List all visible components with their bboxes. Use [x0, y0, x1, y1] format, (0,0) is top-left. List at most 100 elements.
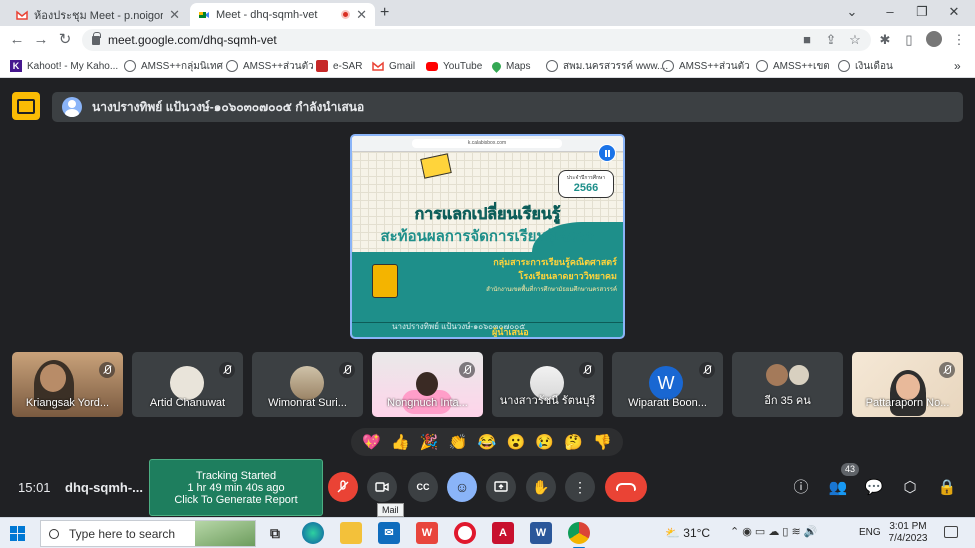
back-icon[interactable]: ←: [8, 31, 26, 49]
chat-icon[interactable]: 💬: [864, 478, 884, 498]
camera-indicator-icon[interactable]: ■: [798, 32, 816, 47]
participant-name: นางสาวรัชนี รัตนบุรี: [499, 395, 596, 407]
envelope-decoration-icon: [420, 153, 452, 179]
menu-icon[interactable]: ⋮: [950, 32, 968, 48]
windows-start-icon[interactable]: [10, 526, 25, 541]
clap-reaction-icon[interactable]: 👏: [449, 433, 468, 451]
share-icon[interactable]: ⇪: [822, 32, 840, 48]
participant-tile[interactable]: Pattaraporn No...: [852, 352, 963, 417]
thumbs-up-reaction-icon[interactable]: 👍: [391, 433, 410, 451]
chrome-icon[interactable]: [568, 522, 590, 548]
raise-hand-button[interactable]: ✋: [526, 472, 556, 502]
participant-name: Nongnuch Inta...: [387, 397, 468, 409]
extensions-icon[interactable]: ✱: [876, 32, 894, 48]
participant-avatar: [170, 366, 204, 400]
address-bar[interactable]: meet.google.com/dhq-sqmh-vet: [82, 29, 871, 51]
task-view-icon[interactable]: ⧉: [264, 522, 286, 544]
close-icon[interactable]: ✕: [356, 7, 367, 23]
weather-widget[interactable]: ⛅ 31°C: [665, 526, 710, 540]
bookmarks-bar: K Kahoot! - My Kaho... AMSS++กลุ่มนิเทศ A…: [0, 54, 975, 78]
bookmark-esar[interactable]: e-SAR: [316, 58, 362, 74]
camera-toggle-button[interactable]: [367, 472, 397, 502]
present-now-button[interactable]: [486, 472, 516, 502]
participant-tile[interactable]: W Wiparatt Boon...: [612, 352, 723, 417]
wps-office-icon[interactable]: W: [416, 522, 438, 544]
end-call-button[interactable]: [605, 472, 647, 502]
bookmark-salary[interactable]: เงินเดือน: [838, 58, 893, 74]
slide-title-line2: สะท้อนผลการจัดการเรียนรู้เชิงรุก: [380, 228, 595, 245]
reload-icon[interactable]: ↻: [56, 31, 74, 49]
participant-avatar: [766, 364, 788, 386]
word-icon[interactable]: W: [530, 522, 552, 544]
pause-icon[interactable]: [598, 144, 616, 162]
participant-tile[interactable]: Artid Chanuwat: [132, 352, 243, 417]
bookmark-amss-personal-2[interactable]: AMSS++ส่วนตัว: [662, 58, 750, 74]
thinking-reaction-icon[interactable]: 🤔: [564, 433, 583, 451]
mail-app-icon[interactable]: ✉: [378, 522, 400, 544]
system-tray-icons[interactable]: ⌃ ◉ ▭ ☁ ▯ ≋ 🔊: [730, 525, 818, 538]
bookmark-amss-personal[interactable]: AMSS++ส่วนตัว: [226, 58, 314, 74]
tab-search-button[interactable]: ⌄: [842, 4, 862, 20]
meeting-info-icon[interactable]: ⓘ: [791, 478, 811, 498]
close-icon[interactable]: ✕: [169, 7, 180, 23]
participant-tile[interactable]: Wimonrat Suri...: [252, 352, 363, 417]
taskbar-search-box[interactable]: Type here to search: [40, 520, 256, 547]
bookmark-gmail[interactable]: Gmail: [372, 58, 415, 74]
activities-icon[interactable]: ⬡: [900, 478, 920, 498]
bookmark-amss-supervision[interactable]: AMSS++กลุ่มนิเทศ: [124, 58, 223, 74]
reactions-button[interactable]: ☺: [447, 472, 477, 502]
participant-name: Pattaraporn No...: [865, 397, 950, 409]
participant-tile[interactable]: Nongnuch Inta...: [372, 352, 483, 417]
participant-tile[interactable]: นางสาวรัชนี รัตนบุรี: [492, 352, 603, 417]
notification-icon[interactable]: [944, 526, 958, 538]
bookmark-amss-district[interactable]: AMSS++เขต: [756, 58, 830, 74]
party-reaction-icon[interactable]: 🎉: [420, 433, 439, 451]
captions-button[interactable]: CC: [408, 472, 438, 502]
tab-meet[interactable]: Meet - dhq-sqmh-vet ✕: [190, 3, 375, 26]
participant-tile[interactable]: Kriangsak Yord...: [12, 352, 123, 417]
surprised-reaction-icon[interactable]: 😮: [506, 433, 525, 451]
forward-icon[interactable]: →: [32, 31, 50, 49]
host-controls-icon[interactable]: 🔒: [937, 478, 957, 498]
profile-avatar[interactable]: [926, 31, 942, 47]
participant-overflow-tile[interactable]: อีก 35 คน: [732, 352, 843, 417]
slide-browser-bar: k.calabisbox.com: [352, 136, 623, 152]
tracking-report-button[interactable]: Tracking Started 1 hr 49 min 40s ago Cli…: [149, 459, 323, 516]
bookmarks-overflow-button[interactable]: »: [954, 58, 961, 74]
bookmark-spm-nakhonsawan[interactable]: สพม.นครสวรรค์ www....: [546, 58, 668, 74]
shared-screen[interactable]: k.calabisbox.com ประจำปีการศึกษา 2566 กา…: [350, 134, 625, 339]
taskbar-clock[interactable]: 3:01 PM 7/4/2023: [888, 521, 928, 545]
more-options-button[interactable]: ⋮: [565, 472, 595, 502]
recording-indicator-icon: [341, 10, 351, 19]
mic-toggle-button[interactable]: [328, 472, 358, 502]
input-language[interactable]: ENG: [859, 527, 881, 538]
new-tab-button[interactable]: +: [380, 4, 389, 22]
bookmark-youtube[interactable]: YouTube: [426, 58, 482, 74]
hand-icon: ✋: [532, 478, 550, 495]
sad-reaction-icon[interactable]: 😢: [535, 433, 554, 451]
participant-face: [416, 372, 438, 396]
browser-tab-strip: ห้องประชุม Meet - p.noigor@gmail ✕ Meet …: [0, 0, 975, 26]
pencil-cup-decoration-icon: [372, 264, 398, 298]
restore-button[interactable]: ❐: [912, 4, 932, 20]
presentation-icon[interactable]: [12, 92, 40, 120]
acrobat-icon[interactable]: A: [492, 522, 514, 544]
file-explorer-icon[interactable]: [340, 522, 362, 544]
star-icon[interactable]: ☆: [846, 32, 864, 48]
globe-icon: [838, 60, 850, 72]
tab-title: ห้องประชุม Meet - p.noigor@gmail: [34, 9, 164, 22]
people-icon[interactable]: 👥: [828, 478, 848, 498]
thumbs-down-reaction-icon[interactable]: 👎: [593, 433, 612, 451]
opera-icon[interactable]: [454, 522, 476, 544]
edge-icon[interactable]: [302, 522, 324, 544]
browser-toolbar: ← → ↻ meet.google.com/dhq-sqmh-vet ■ ⇪ ☆…: [0, 26, 975, 54]
laugh-reaction-icon[interactable]: 😂: [478, 433, 497, 451]
heart-reaction-icon[interactable]: 💖: [362, 433, 381, 451]
bookmark-maps[interactable]: Maps: [490, 58, 530, 74]
bookmark-kahoot[interactable]: K Kahoot! - My Kaho...: [10, 58, 118, 74]
meeting-clock: 15:01: [18, 480, 51, 495]
close-window-button[interactable]: ✕: [944, 4, 964, 20]
tab-gmail[interactable]: ห้องประชุม Meet - p.noigor@gmail ✕: [8, 3, 188, 26]
minimize-button[interactable]: –: [880, 4, 900, 19]
side-panel-icon[interactable]: ▯: [900, 32, 918, 48]
